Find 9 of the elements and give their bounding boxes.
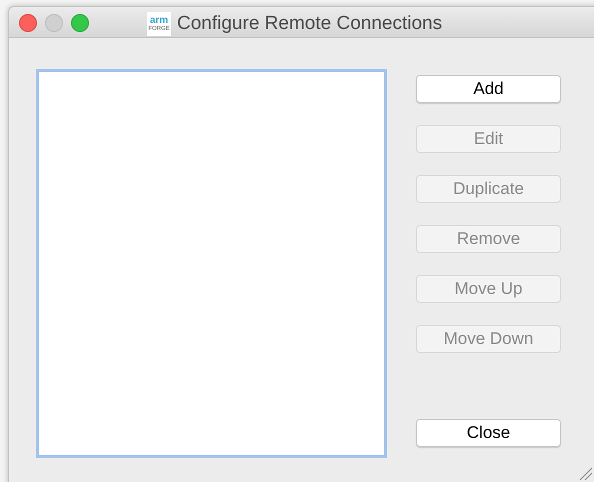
- minimize-button[interactable]: [45, 14, 63, 32]
- zoom-button[interactable]: [71, 14, 89, 32]
- resize-grip-icon[interactable]: [578, 466, 592, 480]
- connections-list[interactable]: [36, 69, 387, 458]
- logo-text: arm: [150, 16, 168, 26]
- window-title: Configure Remote Connections: [177, 12, 442, 36]
- close-window-button[interactable]: [19, 14, 37, 32]
- dialog-button[interactable]: Add: [416, 75, 561, 103]
- dialog-button[interactable]: Close: [416, 419, 561, 447]
